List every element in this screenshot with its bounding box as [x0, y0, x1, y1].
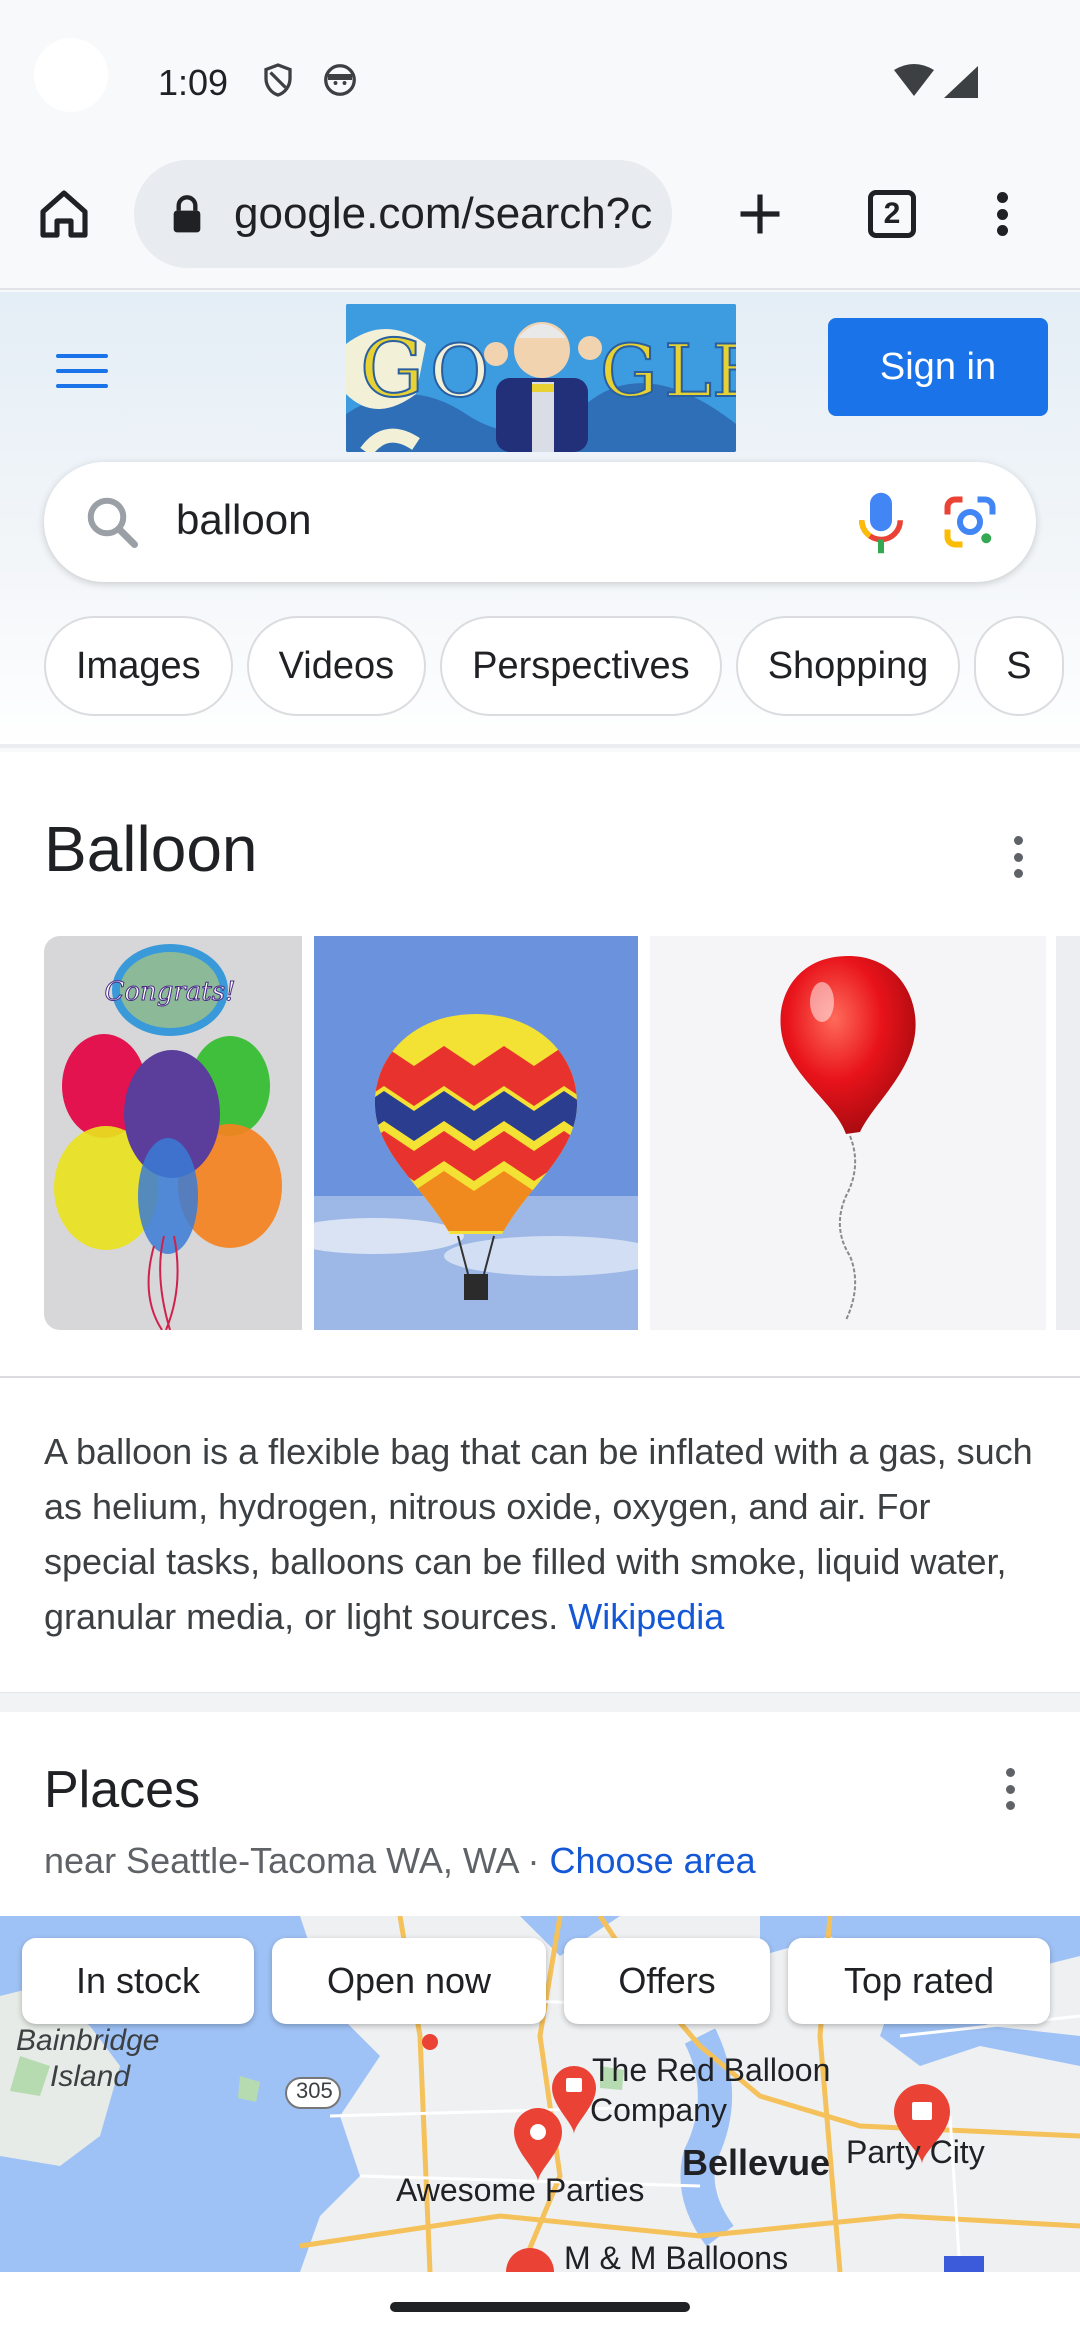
map-label-company[interactable]: Company: [590, 2092, 727, 2129]
map-chip-top-rated[interactable]: Top rated: [788, 1938, 1050, 2024]
wifi-signal-icon: [894, 64, 978, 98]
description-text: A balloon is a flexible bag that can be …: [44, 1431, 1033, 1637]
voice-search-icon[interactable]: [858, 490, 904, 556]
google-lens-icon[interactable]: [940, 492, 1000, 552]
address-bar[interactable]: google.com/search?c: [134, 160, 672, 268]
svg-text:LE: LE: [664, 329, 736, 413]
balloon-print: Congrats!: [104, 977, 235, 1007]
tab-switcher-button[interactable]: 2: [856, 178, 928, 250]
map-chip-in-stock[interactable]: In stock: [22, 1938, 254, 2024]
map-label-mm-balloons[interactable]: M & M Balloons: [564, 2240, 788, 2272]
chip-shopping[interactable]: Shopping: [735, 616, 961, 716]
status-time: 1:09: [158, 62, 229, 103]
home-gesture-handle[interactable]: [390, 2302, 690, 2312]
chip-images[interactable]: Images: [44, 616, 233, 716]
red-balloon-picture: [650, 936, 1046, 1330]
sign-in-button[interactable]: Sign in: [828, 318, 1048, 416]
status-bar: 1:09: [0, 0, 1080, 150]
hot-air-balloon-picture: [314, 936, 638, 1330]
places-more-icon[interactable]: [1004, 1768, 1016, 1810]
map-label-bellevue: Bellevue: [682, 2142, 831, 2183]
map-label-island: Island: [50, 2060, 131, 2093]
browser-menu-button[interactable]: [966, 178, 1038, 250]
search-box[interactable]: balloon: [44, 462, 1036, 582]
map-label-awesome-parties[interactable]: Awesome Parties: [396, 2172, 644, 2209]
choose-area-link[interactable]: Choose area: [550, 1840, 756, 1881]
url-text: google.com/search?c: [234, 189, 653, 238]
section-gap: [0, 1692, 1080, 1712]
svg-text:G: G: [360, 322, 424, 415]
party-balloons-picture: Congrats!: [44, 936, 302, 1330]
knowledge-panel: Balloon Congrats! A balloon is a flexibl…: [0, 752, 1080, 1692]
assistant-face-icon: [324, 64, 356, 96]
map-label-party-city[interactable]: Party City: [846, 2134, 985, 2171]
google-header: G O G LE Sign in balloon: [0, 292, 1080, 748]
chip-videos[interactable]: Videos: [246, 616, 427, 716]
panel-title: Balloon: [44, 813, 258, 885]
gesture-nav-bar: [0, 2272, 1080, 2340]
more-images-peek[interactable]: [1056, 936, 1080, 1330]
panel-more-icon[interactable]: [1012, 836, 1024, 878]
more-vert-icon: [996, 192, 1008, 236]
shield-icon: [264, 63, 292, 97]
plus-icon: [740, 194, 780, 234]
chip-more[interactable]: S: [974, 616, 1064, 716]
doodle-image: G O G LE: [346, 304, 736, 452]
browser-toolbar: google.com/search?c 2: [0, 150, 1080, 290]
search-icon: [87, 497, 138, 548]
panel-description: A balloon is a flexible bag that can be …: [44, 1424, 1044, 1644]
places-section: Places near Seattle-Tacoma WA, WA · Choo…: [0, 1712, 1080, 2272]
map-label-bainbridge: Bainbridge: [16, 2024, 160, 2057]
home-icon: [40, 190, 88, 238]
svg-text:O: O: [430, 329, 489, 413]
camera-cutout: [34, 38, 108, 112]
red-balloon-image[interactable]: [650, 936, 1046, 1330]
tab-count: 2: [868, 190, 916, 238]
panel-separator: [0, 1376, 1080, 1378]
map-label-route: 305: [296, 2078, 333, 2103]
map-chip-offers[interactable]: Offers: [564, 1938, 770, 2024]
section-divider: [0, 744, 1080, 748]
lock-icon: [173, 195, 201, 233]
menu-icon[interactable]: [56, 354, 108, 394]
places-title: Places: [44, 1761, 201, 1819]
places-map[interactable]: Bainbridge Island 305 The Red Balloon Co…: [0, 1916, 1080, 2272]
home-button[interactable]: [28, 178, 100, 250]
chip-perspectives[interactable]: Perspectives: [440, 616, 722, 716]
map-label-red-balloon[interactable]: The Red Balloon: [592, 2052, 830, 2089]
svg-text:G: G: [600, 329, 658, 413]
places-location: near Seattle-Tacoma WA, WA · Choose area: [44, 1840, 756, 1882]
search-query[interactable]: balloon: [176, 496, 311, 544]
hot-air-balloon-image[interactable]: [314, 936, 638, 1330]
map-chip-open-now[interactable]: Open now: [272, 1938, 546, 2024]
search-filter-chips: Images Videos Perspectives Shopping S: [44, 616, 1078, 716]
location-text: near Seattle-Tacoma WA, WA ·: [44, 1840, 550, 1881]
google-doodle[interactable]: G O G LE: [346, 304, 736, 452]
party-balloons-image[interactable]: Congrats!: [44, 936, 302, 1330]
wikipedia-link[interactable]: Wikipedia: [568, 1596, 724, 1637]
new-tab-button[interactable]: [724, 178, 796, 250]
